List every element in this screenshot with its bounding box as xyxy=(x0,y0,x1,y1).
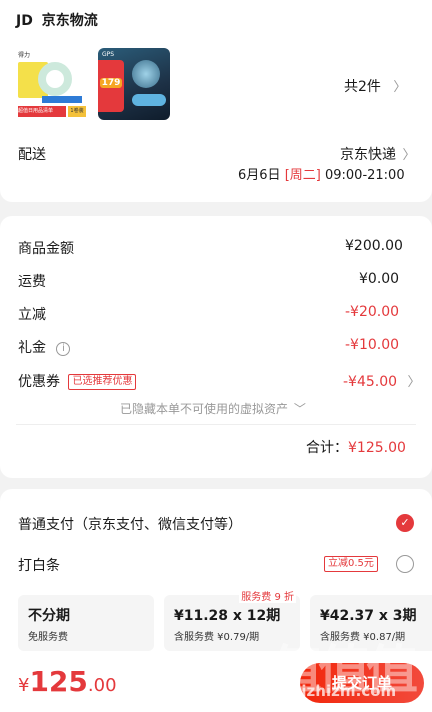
instant-discount-label: 立减 xyxy=(18,307,46,323)
delivery-label: 配送 xyxy=(18,147,46,163)
coupon-value[interactable]: -¥45.00 〉 xyxy=(343,371,421,390)
shop-name: 京东物流 xyxy=(41,13,98,29)
installment-plan-none[interactable]: 不分期 免服务费 xyxy=(18,595,154,651)
normal-payment-label[interactable]: 普通支付（京东支付、微信支付等） xyxy=(18,514,242,534)
thumb1-brand: 得力 xyxy=(18,52,31,59)
chevron-right-icon: 〉 xyxy=(402,148,416,163)
gift-money-label: 礼金 xyxy=(18,340,46,356)
coupon-label: 优惠券 xyxy=(18,374,60,390)
check-selected-icon[interactable]: ✓ xyxy=(396,514,414,532)
shipping-value: ¥0.00 xyxy=(359,271,400,287)
radio-unselected-icon[interactable] xyxy=(396,555,414,573)
coupon-row: 优惠券 已选推荐优惠 xyxy=(18,371,137,391)
product-count[interactable]: 共2件 〉 xyxy=(344,76,406,96)
baitiao-discount-tag: 立减0.5元 xyxy=(324,556,378,572)
plan-sub: 免服务费 xyxy=(28,632,68,643)
jd-logo: JD xyxy=(16,13,33,29)
delivery-method[interactable]: 京东快递 〉 xyxy=(340,144,415,164)
submit-order-button[interactable]: 提交订单 xyxy=(300,663,424,703)
hidden-assets-note: 已隐藏本单不可使用的虚拟资产 xyxy=(120,402,289,416)
chevron-down-icon: ﹀ xyxy=(293,402,306,416)
goods-amount-value: ¥200.00 xyxy=(345,238,403,254)
delivery-date: 6月6日 xyxy=(238,168,281,183)
shipping-label: 运费 xyxy=(18,274,46,290)
plan-sub: 含服务费 ¥0.79/期 xyxy=(174,632,260,643)
order-total: 合计：¥125.00 xyxy=(306,437,406,457)
delivery-weekday: [周二] xyxy=(284,168,321,183)
bottom-total-integer: 125 xyxy=(29,665,88,698)
gift-money-value: -¥10.00 xyxy=(345,337,400,353)
thumb2-top-text: GPS xyxy=(102,51,115,58)
goods-amount-label: 商品金额 xyxy=(18,241,74,257)
total-value: ¥125.00 xyxy=(348,440,406,456)
chevron-right-icon: 〉 xyxy=(393,80,407,95)
baitiao-label[interactable]: 打白条 xyxy=(18,555,60,575)
bottom-currency: ¥ xyxy=(18,675,30,696)
car-image xyxy=(132,94,166,106)
product-count-label: 共2件 xyxy=(344,79,381,95)
coupon-value-text: -¥45.00 xyxy=(343,374,398,390)
delivery-time-range: 09:00-21:00 xyxy=(324,168,405,183)
bottom-bar: ¥125.00 提交订单 xyxy=(0,653,432,712)
total-label: 合计： xyxy=(306,440,348,456)
instant-discount-value: -¥20.00 xyxy=(345,304,400,320)
thumb1-tag-yellow: 1卷装 xyxy=(68,106,86,117)
chevron-right-icon: 〉 xyxy=(407,375,421,390)
plan-title: ¥11.28 x 12期 xyxy=(174,608,281,624)
delivery-method-label: 京东快递 xyxy=(340,147,396,163)
dashcam-device-image xyxy=(132,60,160,88)
installment-plan-12[interactable]: 服务费 9 折 ¥11.28 x 12期 含服务费 ¥0.79/期 xyxy=(164,588,300,651)
bottom-total: ¥125.00 xyxy=(18,665,117,698)
product-thumbnail-1[interactable]: 得力 超值日用品清单 1卷装 xyxy=(16,48,88,120)
product-thumbnail-2[interactable]: GPS 179 xyxy=(98,48,170,120)
service-fee-discount-badge: 服务费 9 折 xyxy=(239,588,296,603)
shop-header: JD 京东物流 xyxy=(16,10,98,30)
plan-sub: 含服务费 ¥0.87/期 xyxy=(320,632,406,643)
delivery-time[interactable]: 6月6日 [周二] 09:00-21:00 xyxy=(238,164,405,183)
tape-roll-image xyxy=(38,62,72,96)
info-icon[interactable]: i xyxy=(56,342,71,356)
thumb1-tag-red: 超值日用品清单 xyxy=(18,106,66,117)
thumb2-price: 179 xyxy=(100,78,122,88)
bottom-total-decimal: .00 xyxy=(87,675,117,696)
divider xyxy=(16,424,416,425)
hidden-assets-toggle[interactable]: 已隐藏本单不可使用的虚拟资产 ﹀ xyxy=(120,400,306,417)
installment-plan-3[interactable]: ¥42.37 x 3期 含服务费 ¥0.87/期 xyxy=(310,595,432,651)
plan-title: 不分期 xyxy=(28,608,70,624)
plan-title: ¥42.37 x 3期 xyxy=(320,608,417,624)
thumb1-strip xyxy=(42,96,82,103)
recommended-coupon-tag: 已选推荐优惠 xyxy=(68,374,137,390)
gift-money-row: 礼金 i xyxy=(18,337,71,357)
